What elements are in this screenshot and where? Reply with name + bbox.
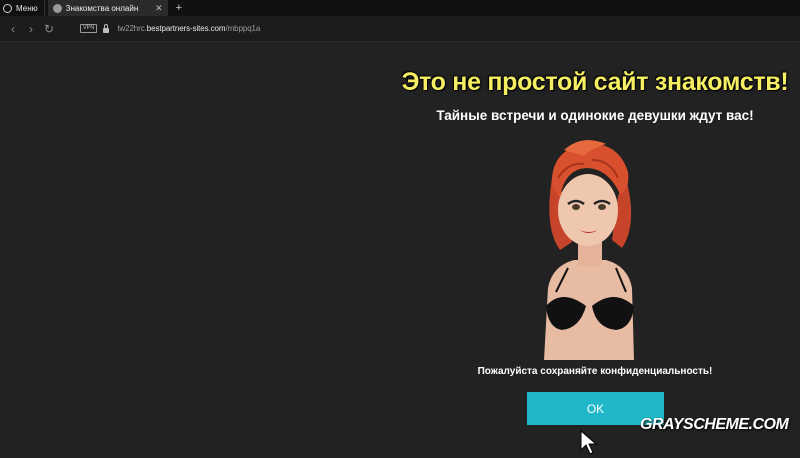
- page-headline: Это не простой сайт знакомств!: [401, 68, 789, 96]
- tab-title: Знакомства онлайн: [65, 3, 139, 13]
- back-icon[interactable]: ‹: [4, 22, 22, 36]
- close-icon[interactable]: ✕: [155, 3, 163, 13]
- url-domain: bestpartners-sites.com: [146, 24, 226, 33]
- address-toolbar: ‹ › ↻ VPN tw22hrc.bestpartners-sites.com…: [0, 16, 800, 42]
- tab-active[interactable]: Знакомства онлайн ✕: [47, 0, 168, 16]
- lock-icon[interactable]: [103, 23, 110, 33]
- menu-label: Меню: [16, 3, 38, 13]
- vpn-badge[interactable]: VPN: [80, 24, 98, 33]
- forward-icon[interactable]: ›: [22, 22, 40, 36]
- globe-icon: [52, 3, 62, 13]
- watermark: GRAYSCHEME.COM: [640, 416, 789, 433]
- browser-menu-button[interactable]: Меню: [0, 0, 45, 16]
- reload-icon[interactable]: ↻: [40, 22, 58, 36]
- url-path: /mbppq1a: [225, 24, 261, 33]
- new-tab-button[interactable]: +: [176, 0, 182, 16]
- page-subheadline: Тайные встречи и одинокие девушки ждут в…: [436, 108, 754, 123]
- tab-strip: Меню Знакомства онлайн ✕ +: [0, 0, 800, 16]
- opera-logo-icon: [3, 3, 12, 13]
- url-prefix: tw22hrc.: [117, 24, 147, 33]
- cartoon-woman-illustration: [544, 140, 634, 360]
- mouse-pointer-icon: [580, 430, 598, 455]
- privacy-notice: Пожалуйста сохраняйте конфиденциальность…: [477, 366, 713, 377]
- address-field[interactable]: tw22hrc.bestpartners-sites.com/mbppq1a: [117, 24, 260, 33]
